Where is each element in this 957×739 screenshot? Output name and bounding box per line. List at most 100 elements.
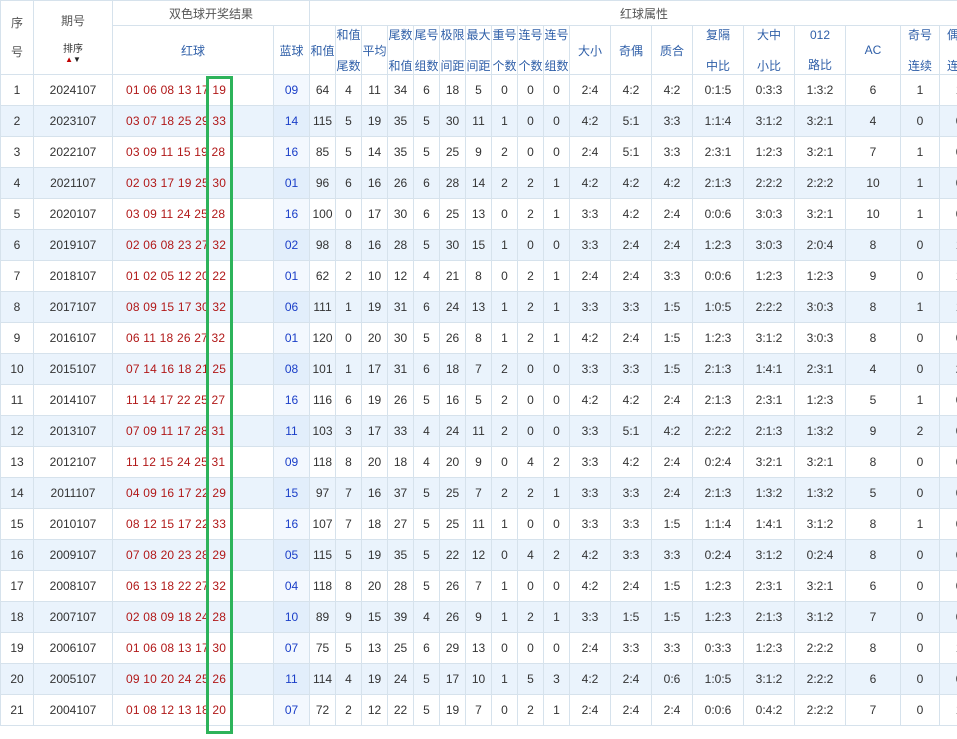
- cell-attr-10: 3:3: [569, 353, 612, 385]
- cell-attr-15: 2:2:2: [794, 167, 847, 199]
- cell-attr-4: 6: [413, 632, 441, 664]
- cell-attr-16: 8: [845, 229, 902, 261]
- cell-attr-1: 1: [335, 291, 363, 323]
- cell-blue-ball: 08: [272, 353, 311, 385]
- cell-blue-ball: 09: [272, 74, 311, 106]
- header-attr-4: 尾号 组数: [413, 25, 441, 75]
- cell-attr-14: 1:4:1: [743, 353, 796, 385]
- cell-attr-0: 72: [309, 694, 337, 726]
- table-header: 序号 期号 排序 ▲▼ 双色球开奖结果 红球属性 红球 蓝球 和值 和值 尾数 平均尾…: [0, 0, 957, 75]
- cell-attr-4: 5: [413, 663, 441, 695]
- cell-attr-17: 0: [900, 353, 941, 385]
- header-attr-4-line2: 组数: [414, 59, 439, 73]
- cell-attr-7: 0: [491, 632, 519, 664]
- cell-attr-7: 1: [491, 663, 519, 695]
- cell-seq: 17: [0, 570, 34, 602]
- cell-attr-8: 0: [517, 632, 545, 664]
- header-attr-16-line1: AC: [864, 43, 882, 57]
- cell-attr-9: 1: [543, 694, 571, 726]
- cell-attr-17: 0: [900, 601, 941, 633]
- cell-attr-11: 5:1: [610, 105, 653, 137]
- cell-attr-8: 0: [517, 415, 545, 447]
- cell-seq: 10: [0, 353, 34, 385]
- table-row: 21 2004107 01 08 12 13 18 20 07 72 2 12 22 5 19 7 0…: [0, 694, 957, 726]
- cell-attr-9: 1: [543, 198, 571, 230]
- cell-attr-18: 0: [939, 322, 957, 354]
- cell-attr-2: 19: [361, 663, 389, 695]
- table-row: 20 2005107 09 10 20 24 25 26 11 114 4 19 24 5 17 1…: [0, 663, 957, 695]
- cell-attr-14: 3:2:1: [743, 446, 796, 478]
- header-attr-2-line1: 平均: [362, 43, 387, 58]
- cell-attr-11: 3:3: [610, 539, 653, 571]
- cell-attr-7: 2: [491, 477, 519, 509]
- cell-attr-7: 2: [491, 136, 519, 168]
- cell-attr-4: 5: [413, 570, 441, 602]
- cell-attr-18: 0: [939, 477, 957, 509]
- cell-attr-11: 4:2: [610, 74, 653, 106]
- cell-attr-3: 26: [387, 167, 415, 199]
- cell-attr-4: 6: [413, 291, 441, 323]
- cell-attr-12: 1:5: [651, 570, 694, 602]
- cell-attr-6: 11: [465, 105, 493, 137]
- cell-attr-9: 0: [543, 508, 571, 540]
- cell-attr-4: 6: [413, 167, 441, 199]
- sort-control[interactable]: 排序 ▲▼: [63, 44, 83, 64]
- header-attr-7: 重号 个数: [491, 25, 519, 75]
- cell-attr-18: 1: [939, 632, 957, 664]
- cell-attr-9: 1: [543, 477, 571, 509]
- header-attr-6-line1: 最大: [466, 28, 491, 42]
- cell-attr-18: 0: [939, 508, 957, 540]
- cell-attr-11: 5:1: [610, 415, 653, 447]
- cell-seq: 4: [0, 167, 34, 199]
- header-attr-17: 奇号 连续: [900, 25, 941, 75]
- cell-attr-2: 16: [361, 229, 389, 261]
- sort-arrows-icon[interactable]: ▲▼: [65, 55, 81, 64]
- cell-blue-ball: 10: [272, 601, 311, 633]
- header-attr-18-line1: 偶号: [941, 27, 957, 44]
- cell-period: 2013107: [33, 415, 113, 447]
- header-attr-9: 连号 组数: [543, 25, 571, 75]
- cell-attr-13: 1:2:3: [692, 322, 745, 354]
- cell-attr-9: 1: [543, 601, 571, 633]
- cell-attr-11: 2:4: [610, 229, 653, 261]
- header-attr-7-line2: 个数: [492, 59, 517, 73]
- cell-red-balls: 02 06 08 23 27 32: [112, 229, 274, 261]
- cell-attr-7: 2: [491, 167, 519, 199]
- cell-attr-12: 3:3: [651, 632, 694, 664]
- cell-attr-16: 7: [845, 601, 902, 633]
- cell-attr-6: 9: [465, 601, 493, 633]
- cell-attr-2: 17: [361, 353, 389, 385]
- cell-period: 2005107: [33, 663, 113, 695]
- cell-attr-15: 2:2:2: [794, 663, 847, 695]
- cell-attr-18: 0: [939, 105, 957, 137]
- cell-seq: 1: [0, 74, 34, 106]
- cell-attr-18: 1: [939, 74, 957, 106]
- cell-attr-2: 19: [361, 539, 389, 571]
- table-row: 14 2011107 04 09 16 17 22 29 15 97 7 16 37 5 25 7 2…: [0, 477, 957, 509]
- cell-attr-1: 9: [335, 601, 363, 633]
- cell-attr-9: 0: [543, 384, 571, 416]
- cell-attr-3: 18: [387, 446, 415, 478]
- cell-attr-16: 5: [845, 477, 902, 509]
- cell-attr-15: 0:2:4: [794, 539, 847, 571]
- cell-attr-4: 5: [413, 136, 441, 168]
- cell-attr-6: 7: [465, 353, 493, 385]
- cell-attr-11: 5:1: [610, 136, 653, 168]
- cell-attr-16: 8: [845, 291, 902, 323]
- cell-attr-8: 0: [517, 353, 545, 385]
- cell-attr-0: 98: [309, 229, 337, 261]
- cell-attr-14: 1:3:2: [743, 477, 796, 509]
- cell-attr-18: 0: [939, 167, 957, 199]
- cell-attr-15: 3:1:2: [794, 601, 847, 633]
- cell-attr-14: 3:1:2: [743, 539, 796, 571]
- cell-attr-9: 1: [543, 167, 571, 199]
- cell-period: 2012107: [33, 446, 113, 478]
- header-attr-3: 尾数 和值: [387, 25, 415, 75]
- cell-attr-7: 0: [491, 694, 519, 726]
- cell-attr-6: 15: [465, 229, 493, 261]
- cell-attr-6: 11: [465, 415, 493, 447]
- cell-attr-6: 11: [465, 508, 493, 540]
- cell-red-balls: 03 09 11 24 25 28: [112, 198, 274, 230]
- cell-red-balls: 06 13 18 22 27 32: [112, 570, 274, 602]
- cell-attr-0: 64: [309, 74, 337, 106]
